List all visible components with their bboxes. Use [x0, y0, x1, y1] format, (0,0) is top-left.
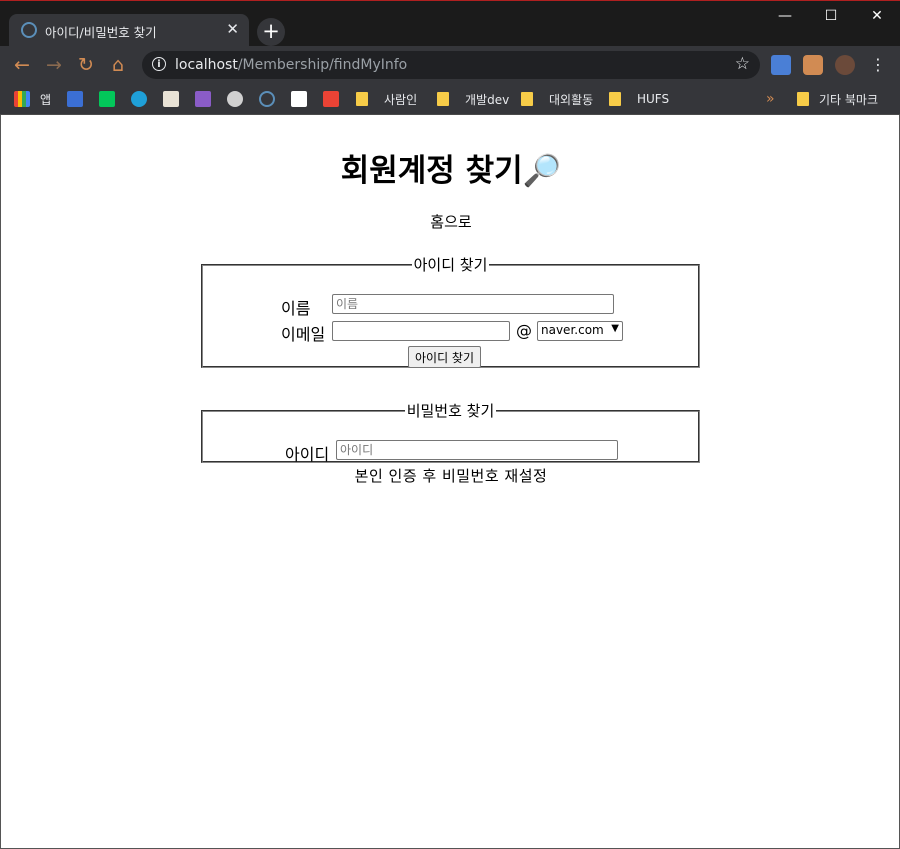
cat-favicon-icon[interactable]: [163, 91, 179, 107]
magnifier-icon: 🔎: [522, 153, 562, 189]
domain-select[interactable]: naver.com ▼: [537, 321, 623, 341]
folder-icon: [797, 92, 809, 106]
bookmarks-bar: 앱 사람인 개발dev 대외활동 HUFS » 기타 북마크: [0, 84, 900, 115]
page-content: 회원계정 찾기🔎 홈으로 아이디 찾기 이름 이메일 @ naver.com▼ …: [0, 115, 900, 849]
browser-tab[interactable]: 아이디/비밀번호 찾기 ✕: [9, 14, 249, 47]
extensions-puzzle-icon[interactable]: [803, 55, 823, 75]
id-label: 아이디: [285, 445, 330, 464]
page-title: 회원계정 찾기🔎: [340, 153, 562, 189]
back-arrow-icon[interactable]: ←: [10, 53, 34, 77]
bookmark-folder-other[interactable]: 기타 북마크: [797, 89, 878, 109]
site-favicon-icon: [21, 22, 37, 38]
info-icon[interactable]: i: [152, 57, 166, 71]
bookmark-folder-activities[interactable]: 대외활동: [521, 89, 593, 109]
name-input[interactable]: [332, 294, 614, 314]
find-password-legend: 비밀번호 찾기: [406, 402, 495, 420]
folder-icon: [356, 92, 368, 106]
home-link[interactable]: 홈으로: [1, 211, 900, 232]
chevron-down-icon: ▼: [611, 323, 619, 334]
folder-icon: [437, 92, 449, 106]
github-favicon-icon[interactable]: [227, 91, 243, 107]
find-id-legend: 아이디 찾기: [413, 256, 488, 274]
translate-extension-icon[interactable]: [771, 55, 791, 75]
id-input[interactable]: [336, 440, 618, 460]
find-id-fieldset: 아이디 찾기 이름 이메일 @ naver.com▼ 아이디 찾기: [201, 254, 700, 368]
email-label: 이메일: [281, 325, 326, 344]
saramin-favicon-icon[interactable]: [67, 91, 83, 107]
bookmark-folder-dev[interactable]: 개발dev: [437, 89, 509, 109]
home-icon[interactable]: ⌂: [106, 53, 130, 77]
new-tab-button[interactable]: +: [257, 18, 285, 46]
gmail-favicon-icon[interactable]: [323, 91, 339, 107]
bookmark-folder-saramin[interactable]: 사람인: [356, 89, 417, 109]
close-window-button[interactable]: ✕: [854, 1, 900, 31]
find-id-button[interactable]: 아이디 찾기: [408, 346, 482, 368]
bookmark-folder-hufs[interactable]: HUFS: [609, 89, 669, 109]
url-text: localhost/Membership/findMyInfo: [175, 57, 408, 73]
bookmark-star-icon[interactable]: ☆: [735, 54, 750, 74]
naver-favicon-icon[interactable]: [99, 91, 115, 107]
name-label: 이름: [281, 299, 311, 318]
folder-icon: [521, 92, 533, 106]
browser-toolbar: ← → ↻ ⌂ i localhost/Membership/findMyInf…: [0, 46, 900, 84]
close-tab-icon[interactable]: ✕: [226, 20, 239, 38]
browser-titlebar: 아이디/비밀번호 찾기 ✕ + — ☐ ✕: [0, 0, 900, 47]
notion-favicon-icon[interactable]: [291, 91, 307, 107]
apps-grid-icon: [14, 91, 30, 107]
bookmark-apps[interactable]: 앱: [14, 89, 51, 109]
profile-avatar[interactable]: [835, 55, 855, 75]
folder-icon: [609, 92, 621, 106]
site-favicon-icon[interactable]: [259, 91, 275, 107]
minimize-button[interactable]: —: [762, 1, 808, 31]
email-field[interactable]: [332, 321, 510, 341]
address-bar[interactable]: i localhost/Membership/findMyInfo ☆: [142, 51, 760, 79]
edge-favicon-icon[interactable]: [131, 91, 147, 107]
find-password-fieldset: 비밀번호 찾기 아이디: [201, 400, 700, 464]
bookmarks-overflow-chevron-icon[interactable]: »: [766, 89, 775, 109]
at-sign: @: [516, 321, 532, 340]
hand-favicon-icon[interactable]: [195, 91, 211, 107]
maximize-button[interactable]: ☐: [808, 1, 854, 31]
tab-title: 아이디/비밀번호 찾기: [45, 25, 157, 40]
menu-kebab-icon[interactable]: ⋮: [866, 53, 890, 77]
password-reset-link[interactable]: 본인 인증 후 비밀번호 재설정: [1, 465, 900, 486]
reload-icon[interactable]: ↻: [74, 53, 98, 77]
forward-arrow-icon[interactable]: →: [42, 53, 66, 77]
